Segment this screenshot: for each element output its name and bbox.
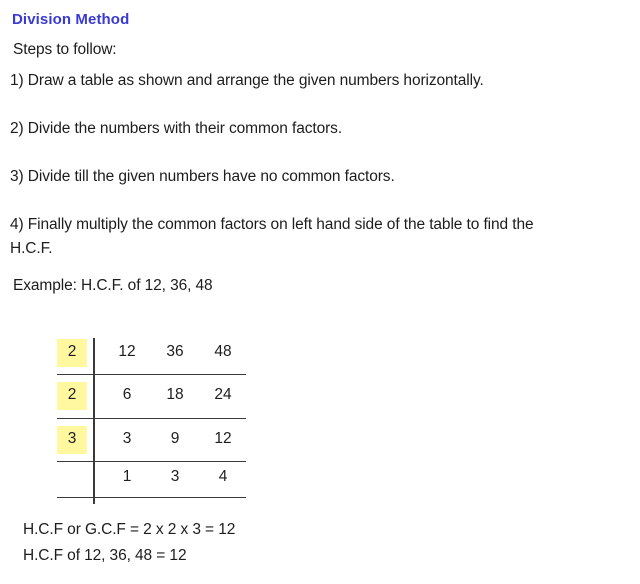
divisor-cell — [57, 464, 87, 474]
divisor-cell: 3 — [57, 426, 87, 454]
result-line-2: H.C.F of 12, 36, 48 = 12 — [23, 547, 186, 565]
table-cell: 3 — [107, 430, 147, 448]
table-cell: 48 — [203, 343, 243, 361]
table-row: 2 12 36 48 — [55, 339, 255, 375]
table-cell: 1 — [107, 468, 147, 486]
table-cell: 9 — [155, 430, 195, 448]
step-4-text-line2: H.C.F. — [10, 240, 52, 258]
table-row: 2 6 18 24 — [55, 382, 255, 418]
result-line-1: H.C.F or G.C.F = 2 x 2 x 3 = 12 — [23, 521, 235, 539]
table-cell: 12 — [203, 430, 243, 448]
division-table: 2 12 36 48 2 6 18 24 3 3 9 12 1 3 4 — [55, 336, 255, 506]
table-cell: 4 — [203, 468, 243, 486]
table-row: 3 3 9 12 — [55, 426, 255, 462]
steps-intro-text: Steps to follow: — [13, 41, 117, 59]
step-3-text: 3) Divide till the given numbers have no… — [10, 168, 395, 186]
divisor-cell: 2 — [57, 382, 87, 410]
table-cell: 6 — [107, 386, 147, 404]
lesson-page: Division Method Steps to follow: 1) Draw… — [0, 0, 640, 584]
divisor-cell: 2 — [57, 339, 87, 367]
example-label: Example: H.C.F. of 12, 36, 48 — [13, 277, 213, 295]
page-title: Division Method — [12, 11, 129, 28]
table-cell: 24 — [203, 386, 243, 404]
table-rule-2 — [57, 418, 246, 419]
step-1-text: 1) Draw a table as shown and arrange the… — [10, 72, 484, 90]
table-cell: 36 — [155, 343, 195, 361]
table-cell: 18 — [155, 386, 195, 404]
table-cell: 12 — [107, 343, 147, 361]
step-4-text-line1: 4) Finally multiply the common factors o… — [10, 216, 534, 234]
table-cell: 3 — [155, 468, 195, 486]
table-row: 1 3 4 — [55, 464, 255, 500]
step-2-text: 2) Divide the numbers with their common … — [10, 120, 342, 138]
